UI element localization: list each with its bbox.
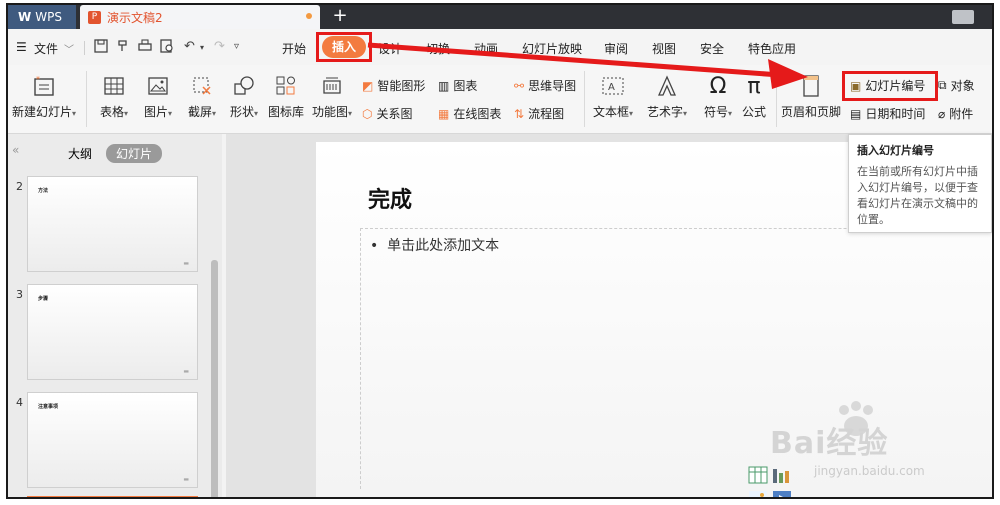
- insert-video-icon[interactable]: [773, 491, 791, 499]
- slide-thumbnail-pane: « 大纲 幻灯片 2 方法 ▬ 3 步骤 ▬ 4 注意事项 ▬: [8, 134, 222, 497]
- slide-thumbnail-title: 步骤: [38, 296, 49, 302]
- current-slide-indicator: [27, 496, 198, 497]
- annotation-arrow: [367, 42, 808, 89]
- slide-number: 3: [16, 288, 23, 301]
- slide-thumbnail-title: 方法: [38, 188, 49, 194]
- slide-number: 2: [16, 180, 23, 193]
- collapse-pane-icon[interactable]: «: [12, 143, 19, 157]
- insert-picture-icon[interactable]: [749, 491, 767, 499]
- body-placeholder-text: • 单击此处添加文本: [370, 238, 500, 254]
- pane-tabs: « 大纲 幻灯片: [8, 134, 222, 166]
- body-placeholder-label: 单击此处添加文本: [387, 238, 500, 254]
- baidu-jingyan-watermark: Bai经验 jingyan.baidu.com: [764, 400, 992, 486]
- tab-slides[interactable]: 幻灯片: [106, 144, 163, 163]
- arrow-shaft: [367, 42, 781, 78]
- arrow-head: [768, 59, 808, 89]
- watermark-main-text: Bai经验: [770, 426, 889, 461]
- slide-thumbnail[interactable]: 步骤 ▬: [27, 284, 198, 380]
- watermark-url: jingyan.baidu.com: [814, 464, 925, 478]
- slide-thumbnail[interactable]: 注意事项 ▬: [27, 392, 198, 488]
- tooltip-title: 插入幻灯片编号: [857, 144, 934, 157]
- slide-number: 4: [16, 396, 23, 409]
- slide-number-tooltip: 插入幻灯片编号 在当前或所有幻灯片中插入幻灯片编号，以便于查看幻灯片在演示文稿中…: [848, 134, 992, 233]
- app-window: W WPS P 演示文稿2 + ☰ 文件 ﹀ ↶ ▾ ↷ ▿ 开始 插入 动画 …: [6, 3, 994, 499]
- slide-thumbnail-marker: ▬: [183, 260, 189, 267]
- slide-thumbnail[interactable]: 方法 ▬: [27, 176, 198, 272]
- thumbnail-scrollbar[interactable]: [211, 260, 218, 497]
- tooltip-description: 在当前或所有幻灯片中插入幻灯片编号，以便于查看幻灯片在演示文稿中的位置。: [857, 165, 978, 226]
- tab-outline[interactable]: 大纲: [68, 145, 92, 162]
- slide-thumbnail-marker: ▬: [183, 368, 189, 375]
- slide-thumbnail-title: 注意事项: [38, 404, 59, 410]
- slide-title[interactable]: 完成: [368, 182, 412, 214]
- slide-thumbnail-marker: ▬: [183, 476, 189, 483]
